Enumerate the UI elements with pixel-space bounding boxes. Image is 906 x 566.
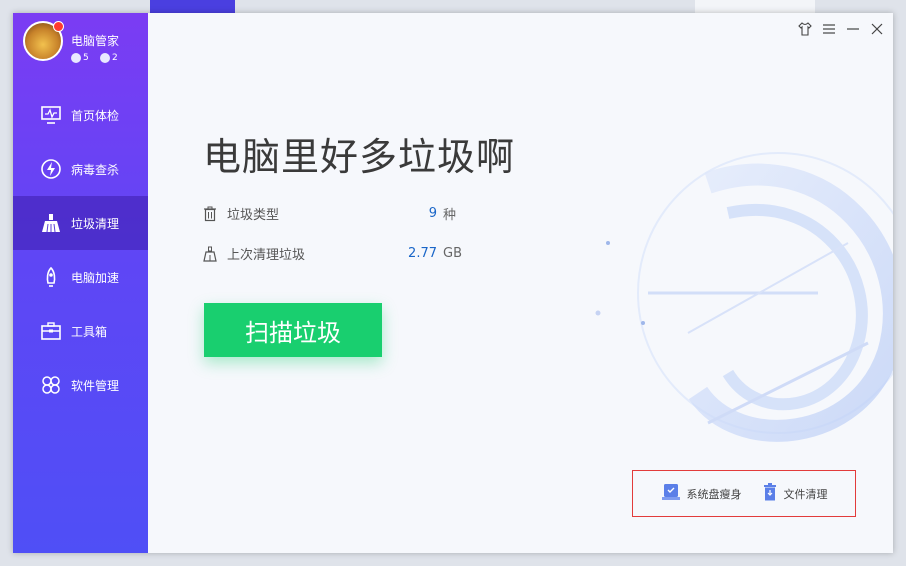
profile[interactable]: 电脑管家 5 2 [23, 21, 148, 76]
window-controls [797, 21, 885, 37]
sidebar-item-home-check[interactable]: 首页体检 [13, 88, 148, 142]
badge-gift[interactable]: 2 [100, 53, 118, 63]
system-disk-slim-button[interactable]: 系统盘瘦身 [661, 483, 742, 504]
stat-last-cleaned: 上次清理垃圾 2.77 GB [203, 244, 462, 263]
background-panel [695, 0, 815, 14]
stat-label: 上次清理垃圾 [227, 248, 306, 263]
close-icon[interactable] [869, 21, 885, 37]
quick-tools: 系统盘瘦身 文件清理 [632, 470, 856, 517]
background-strip [150, 0, 235, 14]
stat-unit: 种 [443, 208, 457, 223]
tool-label: 文件清理 [783, 487, 828, 501]
sidebar-nav: 首页体检 病毒查杀 垃圾清理 电脑加速 工具箱 软件管理 [13, 88, 148, 412]
sidebar-item-junk-clean[interactable]: 垃圾清理 [13, 196, 148, 250]
sidebar-item-toolbox[interactable]: 工具箱 [13, 304, 148, 358]
lightning-icon [39, 157, 63, 181]
disk-icon [661, 483, 681, 504]
app-name: 电脑管家 [71, 34, 120, 48]
sidebar-item-speedup[interactable]: 电脑加速 [13, 250, 148, 304]
avatar[interactable] [23, 21, 64, 61]
stat-value: 2.77 [408, 246, 437, 261]
file-clean-button[interactable]: 文件清理 [762, 483, 828, 504]
shield-icon [71, 53, 81, 63]
sidebar-item-label: 首页体检 [71, 108, 120, 123]
sidebar-item-label: 病毒查杀 [71, 162, 120, 177]
monitor-icon [39, 103, 63, 127]
badge-count-2: 2 [112, 53, 118, 63]
swirl-decoration [595, 152, 893, 442]
minimize-icon[interactable] [845, 21, 861, 37]
broom-icon [39, 211, 63, 235]
skin-icon[interactable] [797, 21, 813, 37]
sidebar-item-software[interactable]: 软件管理 [13, 358, 148, 412]
trash-icon [203, 206, 219, 222]
sidebar: 电脑管家 5 2 首页体检 病毒查杀 垃圾清理 电脑加速 工具箱 软件管理 [13, 13, 148, 553]
sidebar-item-label: 软件管理 [71, 378, 120, 393]
scan-junk-button[interactable]: 扫描垃圾 [204, 303, 382, 357]
stat-unit: GB [443, 246, 462, 261]
trash-can-icon [762, 483, 778, 504]
menu-icon[interactable] [821, 21, 837, 37]
sidebar-item-virus-scan[interactable]: 病毒查杀 [13, 142, 148, 196]
page-title: 电脑里好多垃圾啊 [203, 135, 516, 179]
apps-icon [39, 373, 63, 397]
sidebar-item-label: 工具箱 [71, 324, 108, 339]
badge-shield[interactable]: 5 [71, 53, 89, 63]
app-window: 电脑管家 5 2 首页体检 病毒查杀 垃圾清理 电脑加速 工具箱 软件管理 电脑… [13, 13, 893, 553]
stat-value: 9 [428, 206, 437, 221]
sidebar-item-label: 电脑加速 [71, 270, 120, 285]
stat-label: 垃圾类型 [227, 208, 280, 223]
rocket-icon [39, 265, 63, 289]
sidebar-item-label: 垃圾清理 [71, 216, 120, 231]
toolbox-icon [39, 319, 63, 343]
main-panel: 电脑里好多垃圾啊 垃圾类型 9 种 上次清理垃圾 2.77 GB 扫描垃圾 系统… [148, 13, 893, 553]
stat-junk-types: 垃圾类型 9 种 [203, 204, 456, 223]
broom-icon [203, 246, 219, 262]
coin-icon [100, 53, 110, 63]
tool-label: 系统盘瘦身 [686, 487, 742, 501]
badge-count-1: 5 [83, 53, 89, 63]
